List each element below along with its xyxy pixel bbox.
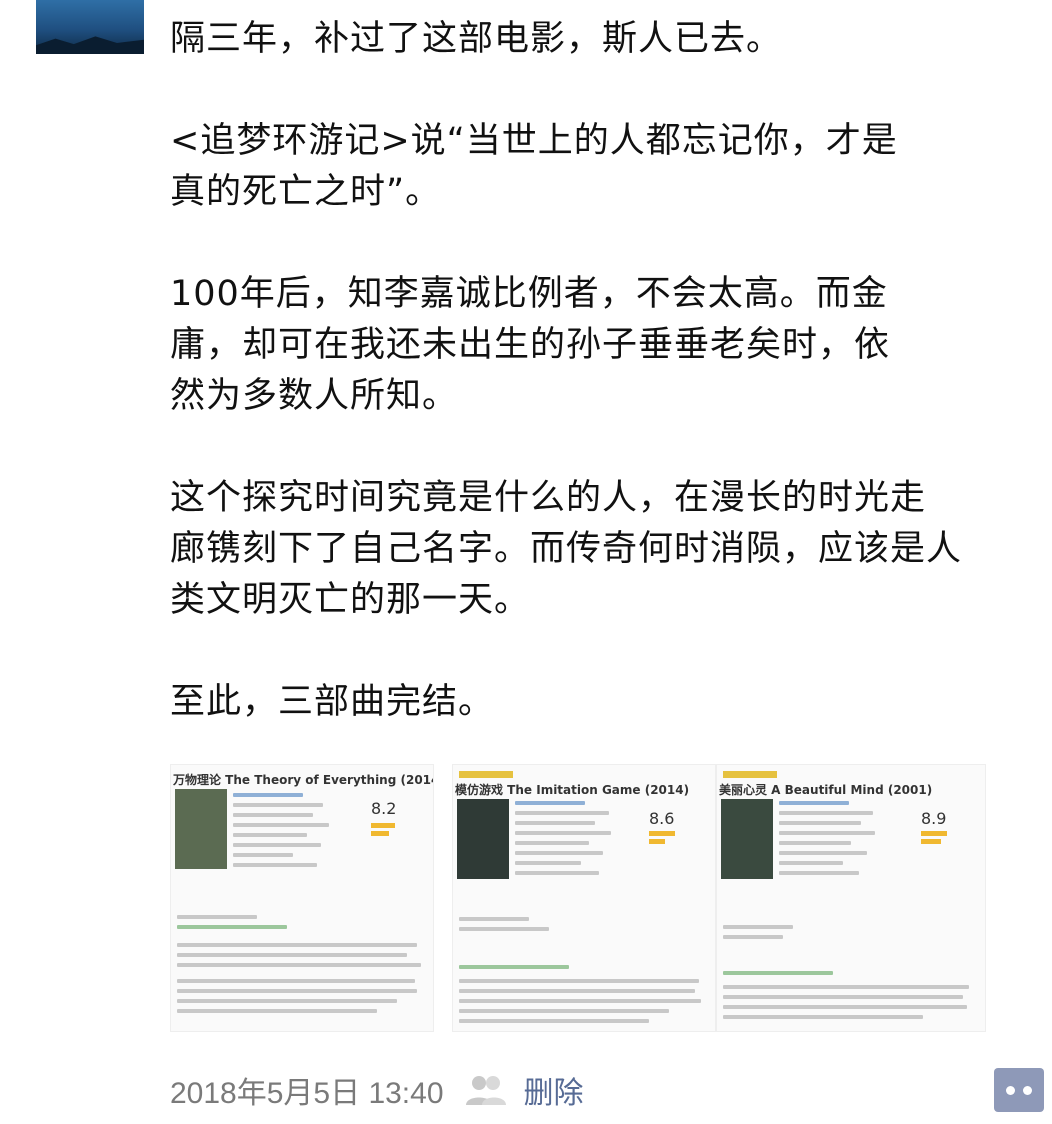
delete-button[interactable]: 删除 [524,1068,584,1112]
attached-images: 万物理论 The Theory of Everything (2014) 8.2… [170,764,990,1034]
people-icon [464,1073,508,1107]
paragraph-line: 廊镌刻下了自己名字。而传奇何时消陨，应该是人 [170,529,963,569]
post-footer: 2018年5月5日 13:40 删除 [170,1070,584,1110]
movie-title: 美丽心灵 A Beautiful Mind (2001) [719,783,933,797]
movie-poster [175,789,227,869]
movie-score: 8.2 [371,799,397,818]
movie-title: 万物理论 The Theory of Everything (2014) [173,773,434,787]
movie-score: 8.6 [649,809,675,828]
paragraph-line: <追梦环游记>说“当世上的人都忘记你，才是 [170,121,898,161]
timestamp: 2018年5月5日 13:40 [170,1077,444,1110]
paragraph-line: 庸，却可在我还未出生的孙子垂垂老矣时，依 [170,325,891,365]
image-thumbnail-a-beautiful-mind[interactable]: 美丽心灵 A Beautiful Mind (2001) 8.9 [716,764,986,1032]
paragraph-line: 至此，三部曲完结。 [170,682,495,722]
movie-poster [457,799,509,879]
paragraph-line: 这个探究时间究竟是什么的人，在漫长的时光走 [170,478,927,518]
image-thumbnail-theory-of-everything[interactable]: 万物理论 The Theory of Everything (2014) 8.2 [170,764,434,1032]
comment-dots-icon[interactable] [994,1068,1044,1112]
paragraph-line: 类文明灭亡的那一天。 [170,580,531,620]
paragraph-line: 隔三年，补过了这部电影，斯人已去。 [170,19,783,59]
movie-score: 8.9 [921,809,947,828]
paragraph-line: 然为多数人所知。 [170,376,459,416]
post-text: 隔三年，补过了这部电影，斯人已去。 <追梦环游记>说“当世上的人都忘记你，才是 … [170,14,1010,728]
paragraph-line: 100年后，知李嘉诚比例者，不会太高。而金 [170,274,888,314]
movie-poster [721,799,773,879]
paragraph-line: 真的死亡之时”。 [170,172,442,212]
image-thumbnail-imitation-game[interactable]: 模仿游戏 The Imitation Game (2014) 8.6 [452,764,716,1032]
movie-title: 模仿游戏 The Imitation Game (2014) [455,783,690,797]
avatar[interactable] [36,0,144,54]
